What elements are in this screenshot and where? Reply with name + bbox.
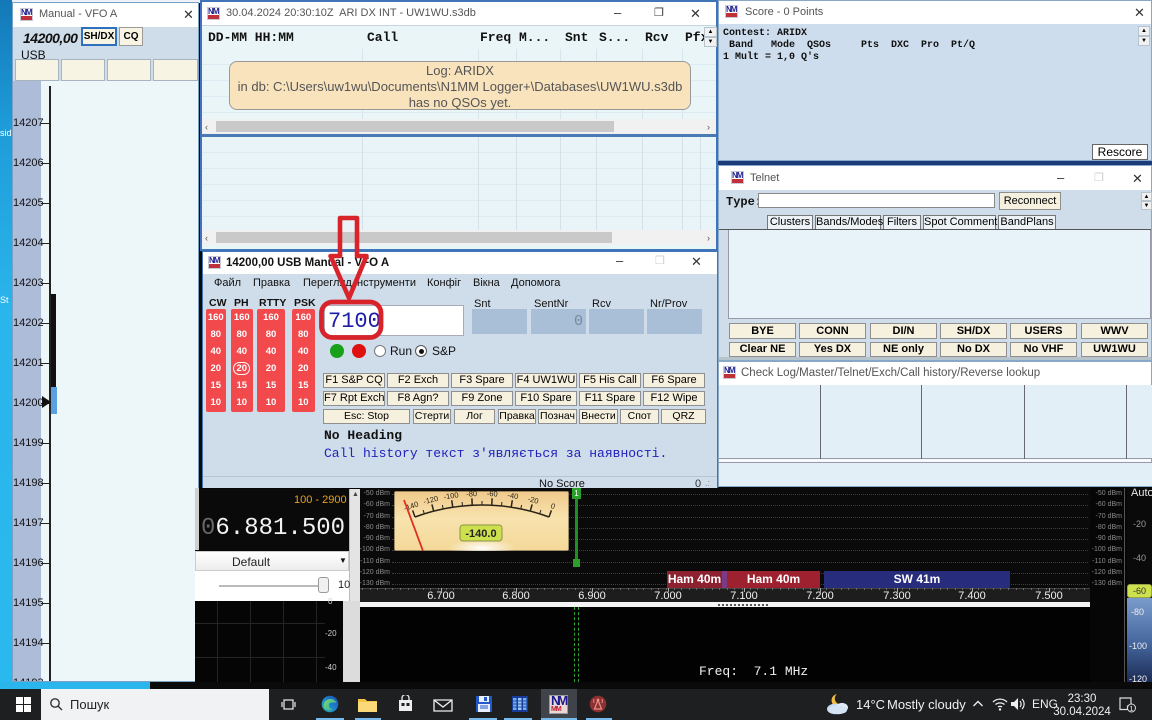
svg-text:-60: -60 <box>487 491 498 499</box>
svg-text:-40: -40 <box>507 491 519 501</box>
svg-text:1: 1 <box>1129 704 1133 713</box>
svg-text:-140.0: -140.0 <box>465 528 496 540</box>
svg-text:-80: -80 <box>466 491 477 499</box>
